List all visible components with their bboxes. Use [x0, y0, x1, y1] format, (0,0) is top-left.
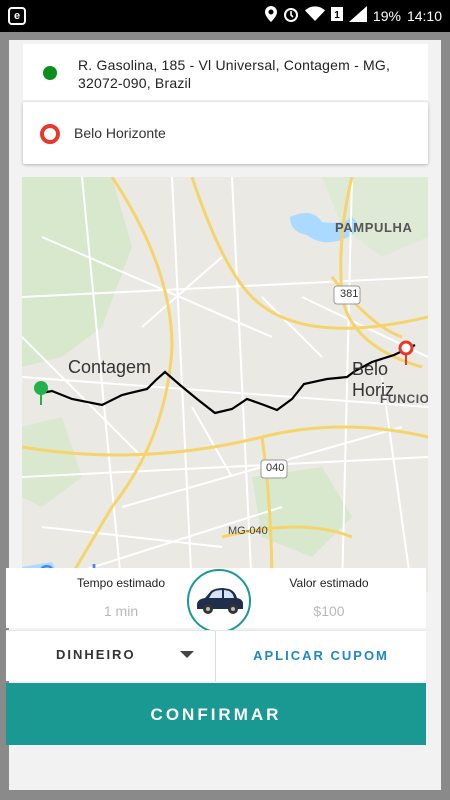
map-label-funcionarios: FUNCION [380, 392, 428, 406]
payment-method-value: DINHEIRO [56, 647, 136, 662]
confirm-button[interactable]: CONFIRMAR [6, 683, 426, 745]
location-icon [264, 6, 277, 26]
destination-card[interactable]: Belo Horizonte [23, 102, 428, 164]
apply-coupon-button[interactable]: APLICAR CUPOM [216, 631, 426, 681]
map-label-mg040: MG-040 [228, 525, 268, 537]
map-label-contagem: Contagem [68, 357, 152, 377]
map-label-pampulha: PAMPULHA [335, 220, 413, 235]
time: 14:10 [406, 8, 442, 24]
caret-down-icon [180, 651, 194, 658]
wifi-icon [304, 6, 325, 26]
time-estimate-value: 1 min [103, 603, 139, 619]
price-estimate: Valor estimado $100 [259, 576, 399, 619]
destination-ring-icon [40, 124, 60, 144]
alarm-icon [283, 6, 299, 26]
time-estimate: Tempo estimado 1 min [51, 576, 191, 619]
origin-card[interactable]: R. Gasolina, 185 - Vl Universal, Contage… [23, 44, 428, 100]
origin-address: R. Gasolina, 185 - Vl Universal, Contage… [78, 57, 391, 91]
app-notification-icon: e [8, 7, 26, 25]
battery-percent: 19% [372, 8, 401, 24]
payment-coupon-row: DINHEIRO APLICAR CUPOM [6, 630, 426, 681]
origin-dot-icon [43, 66, 57, 80]
destination-name: Belo Horizonte [74, 125, 166, 141]
svg-text:1: 1 [334, 10, 340, 21]
price-estimate-value: $100 [313, 603, 345, 619]
car-icon [197, 588, 243, 614]
price-estimate-label: Valor estimado [289, 576, 369, 590]
vehicle-badge [187, 569, 251, 633]
data-icon: 1 [330, 6, 343, 26]
road-shield-381: 381 [340, 288, 359, 300]
route-map[interactable]: PAMPULHA Contagem Belo Horiz FUNCION 381… [22, 177, 428, 592]
road-shield-040: 040 [266, 462, 285, 474]
status-bar: e 1 19% 14:10 [0, 0, 450, 32]
payment-method-dropdown[interactable]: DINHEIRO [6, 631, 215, 681]
time-estimate-label: Tempo estimado [76, 576, 166, 590]
signal-icon [348, 6, 367, 26]
